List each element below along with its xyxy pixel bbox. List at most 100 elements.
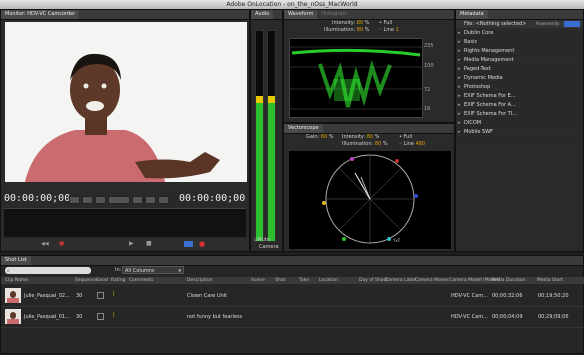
illumination-unit: % [364,27,370,33]
illumination-label: Illumination: [324,27,356,33]
camera-label: Camera [259,244,279,250]
col-media-duration[interactable]: Media Duration [491,277,526,284]
tab-vectorscope[interactable]: Vectorscope [284,124,323,133]
mark-out-button[interactable] [158,196,169,204]
full-radio[interactable]: • Full [379,20,392,26]
columns-select[interactable]: All Columns ▾ [122,266,184,274]
col-rating[interactable]: Rating [111,277,126,284]
monitor-tabbar: Monitor: HDV-VC Camcorder [1,10,249,20]
vs-full-radio[interactable]: • Full [399,134,412,140]
metadata-item[interactable]: EXIF Schema For E... [456,92,583,101]
waveform-intensity: Intensity: 80 % [332,20,369,26]
col-camera-moves[interactable]: Camera Moves [415,277,449,284]
audio-meter-right-level [268,96,275,241]
col-scene[interactable]: Scene [251,277,265,284]
col-comments[interactable]: Comments [129,277,153,284]
shotlist-search-input[interactable]: ⌕ [5,267,91,274]
col-shot[interactable]: Shot [275,277,285,284]
vs-illumination-label: Illumination: [342,141,374,147]
audio-meter-left-level [256,96,263,241]
col-good[interactable]: Good [96,277,108,284]
col-description[interactable]: Description [187,277,213,284]
record-button[interactable]: ● [199,240,205,248]
capture-button[interactable] [184,241,193,247]
col-sequence[interactable]: Sequence [75,277,97,284]
waveform-tabbar: Waveform Histogram [284,10,454,20]
metadata-list: Dublin Core Basic Rights Management Medi… [456,29,583,137]
rating-icon[interactable]: | [113,291,115,297]
metadata-item[interactable]: EXIF Schema For TI... [456,110,583,119]
tab-metadata[interactable]: Metadata [456,10,488,19]
good-checkbox[interactable] [97,313,104,320]
tab-monitor[interactable]: Monitor: HDV-VC Camcorder [1,10,80,19]
metadata-item[interactable]: Rights Management [456,47,583,56]
playback-speed-select[interactable] [108,196,130,204]
line-radio[interactable]: ◦ Line 1 [379,27,399,33]
timeline-track[interactable] [4,208,246,237]
col-location[interactable]: Location [319,277,338,284]
intensity-value[interactable]: 80 [357,20,363,26]
metadata-item[interactable]: Media Management [456,56,583,65]
monitor-panel: Monitor: HDV-VC Camcorder 00:00:00;00 00… [0,9,250,252]
vs-line-radio[interactable]: ◦ Line 480 [399,141,425,147]
vs-line-value: 480 [415,141,426,147]
step-back-button[interactable] [132,196,143,204]
search-icon: ⌕ [7,268,10,274]
timecode-left: 00:00:00;00 [4,193,71,204]
metadata-file-row: File: <Nothing selected> Powered By [456,20,583,28]
vectorscope-panel: Vectorscope Gain: 80 % Intensity: 80 % I… [283,123,455,252]
vs-intensity-value[interactable]: 80 [367,134,373,140]
window-title: Adobe OnLocation - on_the_nOss_MacWorld [0,0,584,9]
col-media-start[interactable]: Media Start [537,277,563,284]
record-icon[interactable]: ● [59,240,64,247]
line-value: 1 [395,27,399,33]
clip-media-duration: 00;00;04;09 [492,314,523,320]
good-checkbox[interactable] [97,292,104,299]
go-to-in-button[interactable] [69,196,80,204]
metadata-item[interactable]: Dublin Core [456,29,583,38]
clip-media-duration: 00;00;32;06 [492,293,523,299]
clip-name: Julie_Pasqual_01... [24,314,70,320]
clip-media-start: 00;29;09;06 [538,314,569,320]
vs-illumination-value[interactable]: 80 [375,141,381,147]
metadata-item[interactable]: Dynamic Media [456,74,583,83]
powered-by-label: Powered By [536,21,560,26]
rating-icon[interactable]: | [113,312,115,318]
rewind-icon[interactable]: ◀◀ [41,241,49,247]
file-value: <Nothing selected> [475,21,527,27]
metadata-item[interactable]: Basic [456,38,583,47]
tab-waveform[interactable]: Waveform [284,10,318,19]
waveform-scale-100: 100 [424,63,434,69]
metadata-item[interactable]: Paged-Text [456,65,583,74]
illumination-value[interactable]: 80 [357,27,363,33]
mark-in-button[interactable] [95,196,106,204]
go-to-out-button[interactable] [82,196,93,204]
vs-illumination-unit: % [382,141,388,147]
vectorscope-intensity: Intensity: 80 % [342,134,379,140]
clip-sequence: 30 [76,314,83,320]
mute-checkbox[interactable]: ▫Mute [254,237,270,243]
metadata-item[interactable]: DICOM [456,119,583,128]
col-day-of-shoot[interactable]: Day of Shoot [359,277,388,284]
tab-histogram[interactable]: Histogram [317,10,351,19]
tab-shotlist[interactable]: Shot List [1,256,31,265]
metadata-item[interactable]: Mobile SWF [456,128,583,137]
shotlist-table: Clip Name Sequence Good Rating Comments … [1,277,584,355]
mute-label: Mute [257,237,270,243]
metadata-item[interactable]: Photoshop [456,83,583,92]
waveform-panel: Waveform Histogram Intensity: 80 % Illum… [283,9,455,123]
col-clip-name[interactable]: Clip Name [5,277,28,284]
tab-audio[interactable]: Audio [251,10,274,19]
col-take[interactable]: Take [299,277,309,284]
step-forward-button[interactable] [145,196,156,204]
gain-value[interactable]: 80 [321,134,327,140]
play-icon[interactable]: ▶ [129,240,134,247]
table-row[interactable]: Julie_Pasqual_01... 30 | not funny but f… [1,307,584,328]
timecode-right: 00:00:00;00 [179,193,246,204]
stop-icon[interactable]: ■ [146,240,152,247]
metadata-item[interactable]: EXIF Schema For A... [456,101,583,110]
table-row[interactable]: Julie_Pasqual_02... 30 | Clown Care Unit… [1,286,584,307]
col-camera-label[interactable]: Camera Label [385,277,416,284]
waveform-display [289,38,423,118]
video-presenter-image [5,22,247,182]
